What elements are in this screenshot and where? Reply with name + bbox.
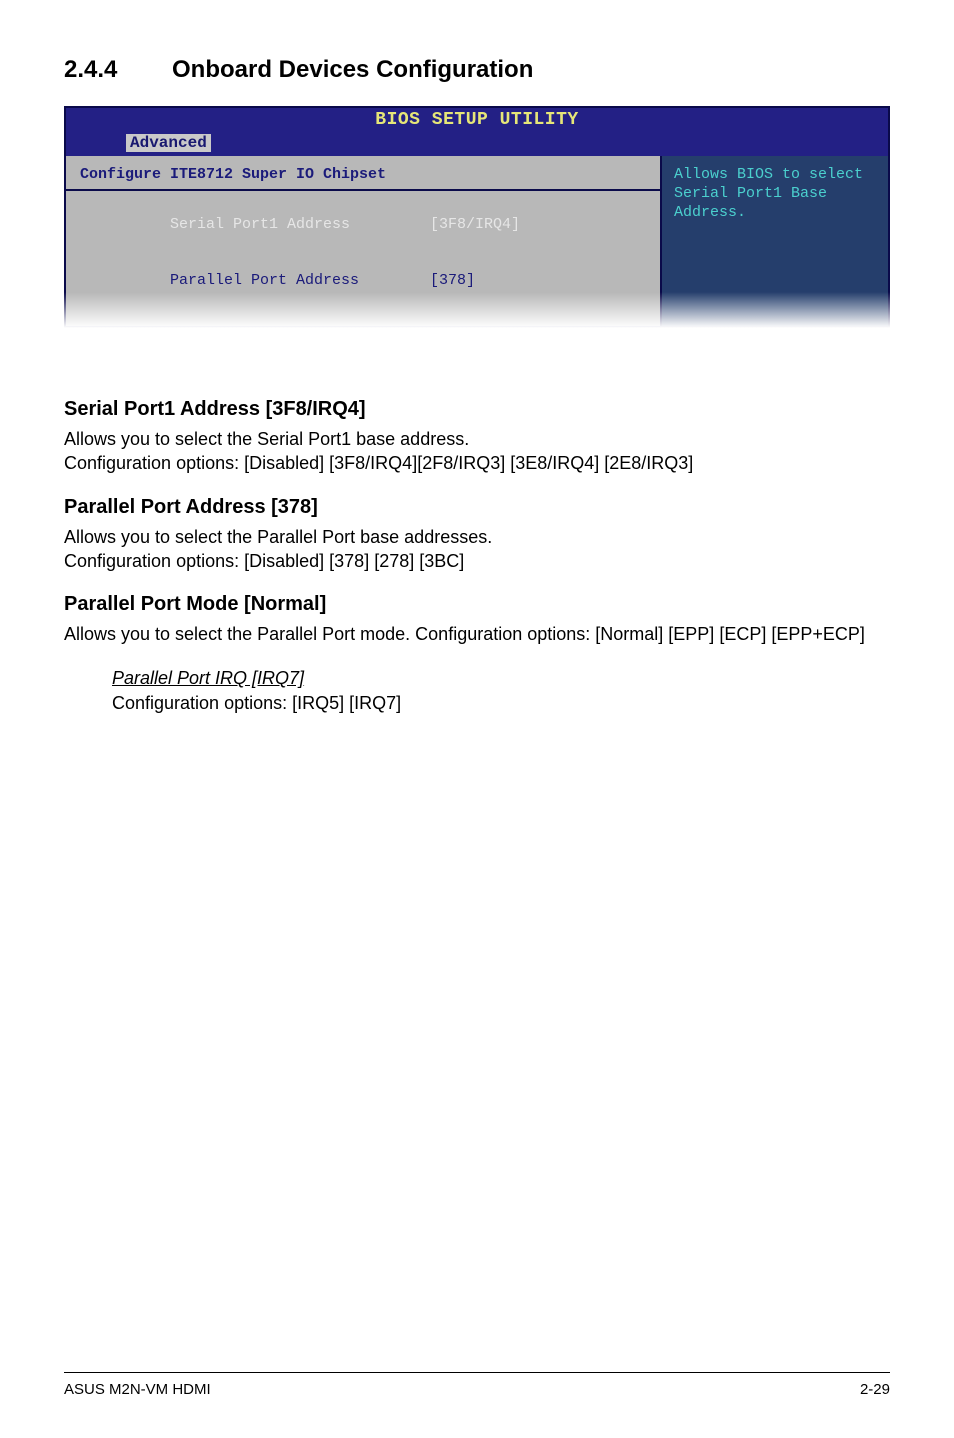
option-description: Allows you to select the Serial Port1 ba… <box>64 427 890 476</box>
bios-row-parallel-mode: Parallel Port Mode[Normal] <box>80 310 646 329</box>
option-desc-line: Allows you to select the Parallel Port m… <box>64 624 865 644</box>
bios-row-label: Parallel Port Address <box>170 272 430 291</box>
option-heading: Parallel Port Mode [Normal] <box>64 593 890 616</box>
option-sub-block: Parallel Port IRQ [IRQ7] Configuration o… <box>112 666 890 715</box>
bios-screenshot: BIOS SETUP UTILITY Advanced Configure IT… <box>64 106 890 328</box>
bios-row-value: [3F8/IRQ4] <box>430 216 520 233</box>
option-heading: Parallel Port Address [378] <box>64 496 890 519</box>
section-number: 2.4.4 <box>64 56 172 84</box>
bios-title: BIOS SETUP UTILITY <box>64 106 890 132</box>
option-description: Allows you to select the Parallel Port b… <box>64 525 890 574</box>
footer-page-number: 2-29 <box>860 1381 890 1398</box>
bios-left-panel: Configure ITE8712 Super IO Chipset Seria… <box>66 156 662 326</box>
bios-help-panel: Allows BIOS to select Serial Port1 Base … <box>662 156 888 326</box>
bios-panel-header: Configure ITE8712 Super IO Chipset <box>66 166 660 191</box>
option-desc-line: Allows you to select the Parallel Port b… <box>64 527 492 547</box>
footer-left: ASUS M2N-VM HDMI <box>64 1381 211 1398</box>
page-footer: ASUS M2N-VM HDMI 2-29 <box>64 1372 890 1398</box>
bios-tabs-row: Advanced <box>64 132 890 156</box>
option-block-parallel-mode: Parallel Port Mode [Normal] Allows you t… <box>64 593 890 735</box>
option-block-parallel-address: Parallel Port Address [378] Allows you t… <box>64 496 890 594</box>
bios-tab-advanced: Advanced <box>126 134 211 152</box>
option-block-serial-port1: Serial Port1 Address [3F8/IRQ4] Allows y… <box>64 398 890 496</box>
bios-body: Configure ITE8712 Super IO Chipset Seria… <box>64 156 890 328</box>
bios-row-value: [378] <box>430 272 475 289</box>
option-heading: Serial Port1 Address [3F8/IRQ4] <box>64 398 890 421</box>
section-heading: 2.4.4Onboard Devices Configuration <box>64 56 890 84</box>
bios-row-label: Serial Port1 Address <box>170 216 430 235</box>
bios-row-parallel-address: Parallel Port Address[378] <box>80 253 646 309</box>
bios-row-serial-port1: Serial Port1 Address[3F8/IRQ4] <box>80 197 646 253</box>
option-desc-line: Allows you to select the Serial Port1 ba… <box>64 429 469 449</box>
option-description: Allows you to select the Parallel Port m… <box>64 622 890 646</box>
section-title: Onboard Devices Configuration <box>172 56 533 83</box>
option-sub-heading: Parallel Port IRQ [IRQ7] <box>112 668 304 688</box>
option-sub-config-options: Configuration options: [IRQ5] [IRQ7] <box>112 693 401 713</box>
option-config-options: Configuration options: [Disabled] [378] … <box>64 551 464 571</box>
option-config-options: Configuration options: [Disabled] [3F8/I… <box>64 453 693 473</box>
